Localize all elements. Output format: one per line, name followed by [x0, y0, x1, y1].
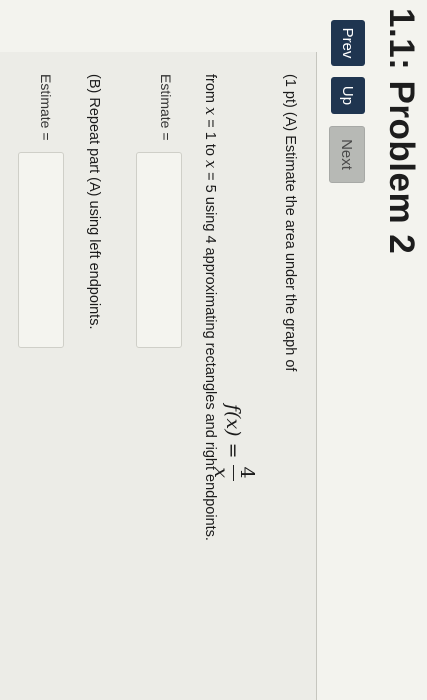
range-var-end: x — [202, 159, 218, 169]
estimate-a-input[interactable] — [136, 152, 182, 348]
range-eq-end: = 5 using 4 approximating rectangles and… — [202, 168, 218, 541]
part-b-text: (B) Repeat part (A) using left endpoints… — [86, 74, 102, 330]
function-lhs: f(x) = — [222, 404, 245, 459]
problem-range-text: from x = 1 to x = 5 using 4 approximatin… — [202, 74, 218, 541]
problem-page: 1.1: Problem 2 Prev Up Next (1 pt) (A) E… — [0, 0, 427, 700]
page-title: 1.1: Problem 2 — [382, 8, 421, 255]
fraction-numerator: 4 — [233, 464, 258, 481]
estimate-a-label: Estimate = — [158, 74, 174, 141]
problem-panel: (1 pt) (A) Estimate the area under the g… — [0, 52, 317, 700]
estimate-b-label: Estimate = — [38, 74, 54, 141]
problem-intro: (1 pt) (A) Estimate the area under the g… — [282, 74, 298, 372]
range-var-start: x — [202, 107, 218, 116]
range-from: from — [202, 74, 218, 103]
range-eq-start: = 1 to — [202, 115, 218, 160]
prev-button[interactable]: Prev — [331, 20, 365, 66]
up-button[interactable]: Up — [331, 77, 365, 114]
next-button[interactable]: Next — [329, 126, 365, 183]
estimate-b-input[interactable] — [18, 152, 64, 348]
